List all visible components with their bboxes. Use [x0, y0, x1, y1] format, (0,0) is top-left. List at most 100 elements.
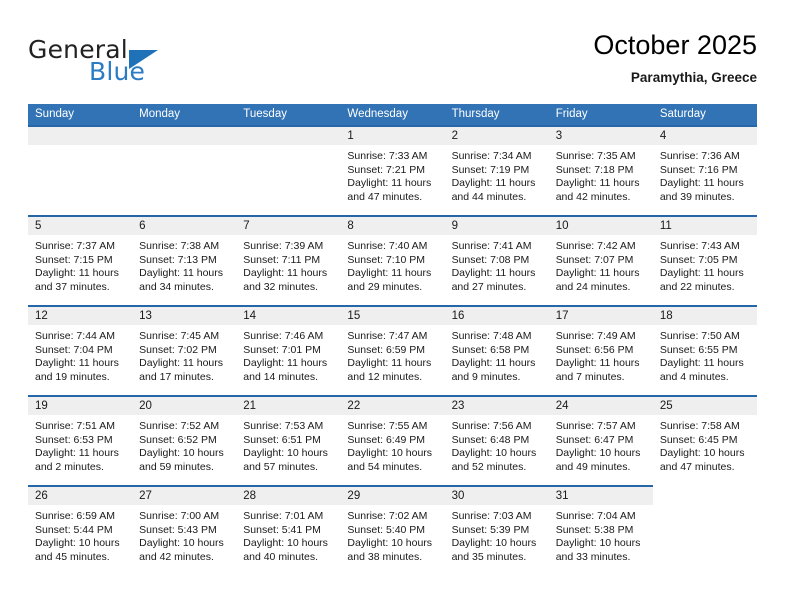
- calendar-week-row: 26 Sunrise: 6:59 AM Sunset: 5:44 PM Dayligh…: [28, 485, 757, 575]
- day-sunset-text: Sunset: 5:43 PM: [139, 523, 217, 536]
- day-number-band: 6: [132, 215, 237, 235]
- day-number: 28: [243, 490, 257, 502]
- day-sunrise-text: Sunrise: 7:41 AM: [451, 240, 532, 252]
- calendar-day-cell[interactable]: 21 Sunrise: 7:53 AM Sunset: 6:51 PM Dayligh…: [236, 395, 341, 485]
- day-number: 2: [451, 130, 458, 142]
- weekday-header-row: Sunday Monday Tuesday Wednesday Thursday…: [28, 104, 757, 125]
- day-sunset-text: Sunset: 6:45 PM: [659, 433, 738, 446]
- day-number-band: 28: [236, 485, 341, 505]
- calendar-day-cell[interactable]: 26 Sunrise: 6:59 AM Sunset: 5:44 PM Dayligh…: [28, 485, 133, 575]
- day-number-band: 16: [444, 305, 549, 325]
- day-daylight-line1-text: Daylight: 10 hours: [555, 447, 641, 459]
- calendar-day-cell[interactable]: 31 Sunrise: 7:04 AM Sunset: 5:38 PM Dayligh…: [548, 485, 653, 575]
- day-daylight-line1-text: Daylight: 10 hours: [243, 537, 328, 549]
- calendar-day-cell[interactable]: 30 Sunrise: 7:03 AM Sunset: 5:39 PM Dayligh…: [444, 485, 549, 575]
- calendar-day-cell[interactable]: 14 Sunrise: 7:46 AM Sunset: 7:01 PM Dayligh…: [236, 305, 341, 395]
- calendar-day-cell[interactable]: 13 Sunrise: 7:45 AM Sunset: 7:02 PM Dayligh…: [132, 305, 237, 395]
- day-number-band: 3: [548, 125, 653, 145]
- day-daylight-line2-text: and 35 minutes.: [451, 550, 527, 563]
- day-sunset-text: Sunset: 7:02 PM: [139, 343, 217, 356]
- day-daylight-line1-text: Daylight: 11 hours: [659, 177, 744, 189]
- day-sunrise-text: Sunrise: 7:47 AM: [347, 330, 428, 342]
- calendar-day-cell[interactable]: 25 Sunrise: 7:58 AM Sunset: 6:45 PM Dayligh…: [652, 395, 757, 485]
- day-number: 31: [555, 490, 569, 502]
- calendar-day-cell[interactable]: 24 Sunrise: 7:57 AM Sunset: 6:47 PM Dayligh…: [548, 395, 653, 485]
- calendar-day-cell[interactable]: 20 Sunrise: 7:52 AM Sunset: 6:52 PM Dayligh…: [132, 395, 237, 485]
- day-daylight-line1-text: Daylight: 10 hours: [35, 537, 120, 549]
- calendar-day-cell[interactable]: 10 Sunrise: 7:42 AM Sunset: 7:07 PM Dayligh…: [548, 215, 653, 305]
- calendar-day-cell[interactable]: 17 Sunrise: 7:49 AM Sunset: 6:56 PM Dayligh…: [548, 305, 653, 395]
- calendar-day-cell[interactable]: 8 Sunrise: 7:40 AM Sunset: 7:10 PM Daylight…: [340, 215, 445, 305]
- day-daylight-line1-text: Daylight: 11 hours: [659, 267, 744, 279]
- day-daylight-line2-text: and 2 minutes.: [35, 460, 104, 473]
- general-blue-logo[interactable]: General Blue: [28, 36, 218, 92]
- day-daylight-line1-text: Daylight: 10 hours: [555, 537, 641, 549]
- day-number-band: [653, 485, 757, 503]
- day-number-band: 9: [444, 215, 549, 235]
- calendar-day-cell-empty: [236, 125, 341, 215]
- day-number: 7: [243, 220, 250, 232]
- day-sunrise-text: Sunrise: 7:50 AM: [659, 330, 740, 342]
- calendar-grid: Sunday Monday Tuesday Wednesday Thursday…: [28, 104, 757, 575]
- day-number: 17: [555, 310, 569, 322]
- calendar-day-cell[interactable]: 3 Sunrise: 7:35 AM Sunset: 7:18 PM Daylight…: [548, 125, 653, 215]
- day-number-band: 23: [444, 395, 549, 415]
- day-number: 9: [451, 220, 458, 232]
- day-number: 25: [659, 400, 673, 412]
- weekday-header-tuesday: Tuesday: [243, 108, 287, 120]
- day-daylight-line1-text: Daylight: 11 hours: [243, 267, 328, 279]
- calendar-day-cell[interactable]: 4 Sunrise: 7:36 AM Sunset: 7:16 PM Daylight…: [652, 125, 757, 215]
- day-number-band: 18: [652, 305, 757, 325]
- calendar-day-cell[interactable]: 23 Sunrise: 7:56 AM Sunset: 6:48 PM Dayligh…: [444, 395, 549, 485]
- day-number-band: 24: [548, 395, 653, 415]
- day-sunrise-text: Sunrise: 7:35 AM: [555, 150, 636, 162]
- page-subtitle-location: Paramythia, Greece: [630, 70, 757, 85]
- weekday-header-sunday: Sunday: [35, 108, 75, 120]
- day-sunrise-text: Sunrise: 6:59 AM: [35, 510, 115, 522]
- calendar-day-cell[interactable]: 9 Sunrise: 7:41 AM Sunset: 7:08 PM Daylight…: [444, 215, 549, 305]
- day-number-band: 10: [548, 215, 653, 235]
- day-number-band: 29: [340, 485, 445, 505]
- day-sunrise-text: Sunrise: 7:56 AM: [451, 420, 532, 432]
- calendar-day-cell[interactable]: 22 Sunrise: 7:55 AM Sunset: 6:49 PM Dayligh…: [340, 395, 445, 485]
- day-sunset-text: Sunset: 7:19 PM: [451, 163, 530, 176]
- day-number-band: 20: [132, 395, 237, 415]
- day-daylight-line2-text: and 14 minutes.: [243, 370, 318, 383]
- day-daylight-line2-text: and 38 minutes.: [347, 550, 423, 563]
- day-daylight-line1-text: Daylight: 10 hours: [243, 447, 328, 459]
- calendar-day-cell[interactable]: 29 Sunrise: 7:02 AM Sunset: 5:40 PM Dayligh…: [340, 485, 445, 575]
- day-sunrise-text: Sunrise: 7:40 AM: [347, 240, 428, 252]
- calendar-day-cell[interactable]: 28 Sunrise: 7:01 AM Sunset: 5:41 PM Dayligh…: [236, 485, 341, 575]
- day-number-band: 2: [444, 125, 549, 145]
- day-number-band: 15: [340, 305, 445, 325]
- calendar-day-cell[interactable]: 19 Sunrise: 7:51 AM Sunset: 6:53 PM Dayligh…: [28, 395, 133, 485]
- calendar-day-cell[interactable]: 27 Sunrise: 7:00 AM Sunset: 5:43 PM Dayligh…: [132, 485, 237, 575]
- calendar-day-cell[interactable]: 2 Sunrise: 7:34 AM Sunset: 7:19 PM Daylight…: [444, 125, 549, 215]
- day-number: 5: [35, 220, 42, 232]
- day-sunset-text: Sunset: 6:47 PM: [555, 433, 634, 446]
- calendar-day-cell[interactable]: 18 Sunrise: 7:50 AM Sunset: 6:55 PM Dayligh…: [652, 305, 757, 395]
- day-sunset-text: Sunset: 7:11 PM: [243, 253, 321, 266]
- day-number: 21: [243, 400, 257, 412]
- calendar-day-cell[interactable]: 6 Sunrise: 7:38 AM Sunset: 7:13 PM Daylight…: [132, 215, 237, 305]
- day-daylight-line2-text: and 4 minutes.: [659, 370, 729, 383]
- day-number-band: 26: [28, 485, 133, 505]
- day-daylight-line2-text: and 59 minutes.: [139, 460, 214, 473]
- day-daylight-line1-text: Daylight: 11 hours: [139, 267, 223, 279]
- day-daylight-line2-text: and 32 minutes.: [243, 280, 318, 293]
- day-sun-info: Sunrise: 7:04 AM Sunset: 5:38 PM Daylight:…: [549, 505, 653, 564]
- day-daylight-line1-text: Daylight: 10 hours: [139, 537, 224, 549]
- day-sunrise-text: Sunrise: 7:49 AM: [555, 330, 636, 342]
- calendar-day-cell[interactable]: 7 Sunrise: 7:39 AM Sunset: 7:11 PM Daylight…: [236, 215, 341, 305]
- calendar-day-cell[interactable]: 12 Sunrise: 7:44 AM Sunset: 7:04 PM Dayligh…: [28, 305, 133, 395]
- day-daylight-line1-text: Daylight: 10 hours: [451, 537, 537, 549]
- calendar-day-cell[interactable]: 11 Sunrise: 7:43 AM Sunset: 7:05 PM Dayligh…: [652, 215, 757, 305]
- calendar-day-cell[interactable]: 5 Sunrise: 7:37 AM Sunset: 7:15 PM Daylight…: [28, 215, 133, 305]
- day-number: 8: [347, 220, 354, 232]
- calendar-day-cell[interactable]: 16 Sunrise: 7:48 AM Sunset: 6:58 PM Dayligh…: [444, 305, 549, 395]
- day-daylight-line2-text: and 19 minutes.: [35, 370, 110, 383]
- day-number-band: [28, 125, 133, 145]
- calendar-day-cell[interactable]: 1 Sunrise: 7:33 AM Sunset: 7:21 PM Daylight…: [340, 125, 445, 215]
- calendar-day-cell[interactable]: 15 Sunrise: 7:47 AM Sunset: 6:59 PM Dayligh…: [340, 305, 445, 395]
- day-number-band: 19: [28, 395, 133, 415]
